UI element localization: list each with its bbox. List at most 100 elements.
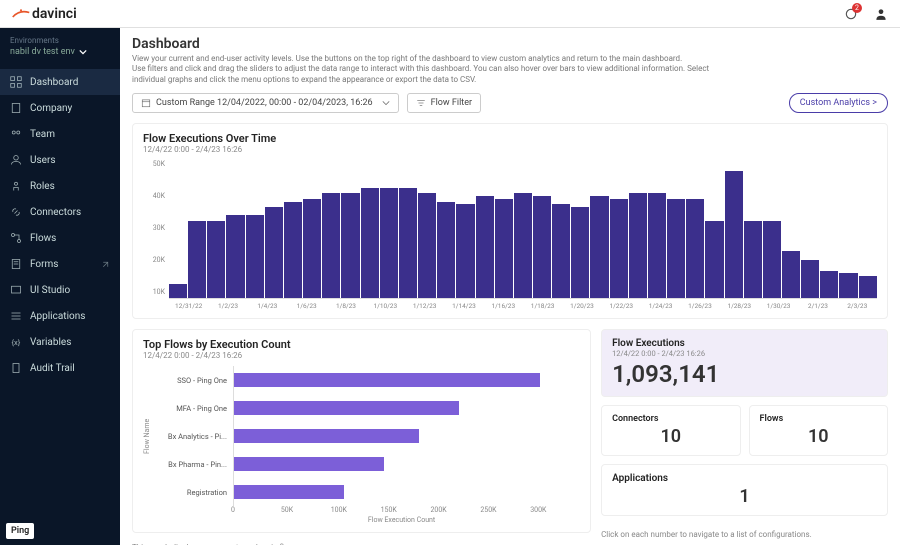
stat-applications[interactable]: Applications 1	[601, 464, 888, 516]
hbar[interactable]	[234, 429, 419, 443]
bar[interactable]	[686, 199, 704, 298]
audit-icon	[10, 362, 22, 374]
bar[interactable]	[226, 215, 244, 298]
page-desc: View your current and end-user activity …	[132, 54, 732, 85]
bar[interactable]	[820, 271, 838, 299]
bar[interactable]	[839, 273, 857, 298]
bar[interactable]	[533, 196, 551, 298]
flow-filter-button[interactable]: Flow Filter	[407, 93, 481, 113]
building-icon	[10, 102, 22, 114]
bar[interactable]	[341, 193, 359, 298]
chart-top-flows: Top Flows by Execution Count 12/4/22 0:0…	[132, 329, 591, 533]
chart1-sub: 12/4/22 0:00 - 2/4/23 16:26	[143, 145, 877, 154]
chart2-x-axis: 050K100K150K200K250K300K	[231, 506, 580, 514]
nav-team[interactable]: Team	[0, 121, 120, 147]
notif-badge: 2	[852, 3, 862, 13]
notifications-button[interactable]: 2	[844, 7, 858, 21]
stats-footer: Click on each number to navigate to a li…	[601, 530, 888, 539]
hbar[interactable]	[234, 373, 540, 387]
bar[interactable]	[514, 193, 532, 298]
chart2-labels: SSO - Ping OneMFA - Ping OneBx Analytics…	[157, 366, 227, 506]
nav-audit[interactable]: Audit Trail	[0, 355, 120, 381]
bar[interactable]	[859, 276, 877, 298]
bar[interactable]	[361, 188, 379, 298]
user-icon	[10, 154, 22, 166]
nav-connectors[interactable]: Connectors	[0, 199, 120, 225]
bar[interactable]	[476, 196, 494, 298]
hbar[interactable]	[234, 485, 344, 499]
chart2-bars[interactable]	[233, 366, 580, 506]
nav-uistudio[interactable]: UI Studio	[0, 277, 120, 303]
forms-icon	[10, 258, 22, 270]
nav-dashboard[interactable]: Dashboard	[0, 69, 120, 95]
dashboard-icon	[10, 76, 22, 88]
bar[interactable]	[744, 221, 762, 298]
nav-variables[interactable]: {x}Variables	[0, 329, 120, 355]
bar[interactable]	[782, 251, 800, 298]
roles-icon	[10, 180, 22, 192]
page-title: Dashboard	[132, 36, 888, 52]
bar[interactable]	[380, 188, 398, 298]
nav: Dashboard Company Team Users Roles Conne…	[0, 63, 120, 545]
nav-company[interactable]: Company	[0, 95, 120, 121]
bar[interactable]	[801, 260, 819, 299]
stat-flow-executions[interactable]: Flow Executions 12/4/22 0:00 - 2/4/23 16…	[601, 329, 888, 397]
bar[interactable]	[705, 221, 723, 298]
chevron-down-icon	[382, 99, 390, 107]
nav-users[interactable]: Users	[0, 147, 120, 173]
bar[interactable]	[188, 221, 206, 298]
stat-flows[interactable]: Flows 10	[749, 405, 888, 456]
bar[interactable]	[610, 199, 628, 298]
env-selector[interactable]: Environments nabil dv test env	[0, 28, 120, 63]
ping-badge: Ping	[6, 523, 34, 539]
bar[interactable]	[207, 221, 225, 298]
bar[interactable]	[648, 193, 666, 298]
topbar: davinci 2	[0, 0, 900, 28]
flows-icon	[10, 232, 22, 244]
bar[interactable]	[418, 193, 436, 298]
bar[interactable]	[667, 199, 685, 298]
stat-connectors[interactable]: Connectors 10	[601, 405, 740, 456]
chart2-title: Top Flows by Execution Count	[143, 338, 580, 351]
bar[interactable]	[629, 193, 647, 298]
bar[interactable]	[322, 193, 340, 298]
bar[interactable]	[265, 207, 283, 298]
bar[interactable]	[246, 215, 264, 298]
bar[interactable]	[725, 171, 743, 298]
bar[interactable]	[437, 202, 455, 299]
bar[interactable]	[571, 207, 589, 298]
bar[interactable]	[169, 284, 187, 298]
external-icon	[101, 260, 110, 269]
nav-roles[interactable]: Roles	[0, 173, 120, 199]
chart1-title: Flow Executions Over Time	[143, 132, 877, 145]
hbar[interactable]	[234, 457, 384, 471]
controls-bar: Custom Range 12/04/2022, 00:00 - 02/04/2…	[132, 93, 888, 113]
filter-icon	[416, 98, 426, 108]
user-icon[interactable]	[874, 7, 888, 21]
bar[interactable]	[399, 188, 417, 298]
bar[interactable]	[495, 199, 513, 298]
chart1-y-axis: 50K40K30K20K10K	[143, 160, 169, 310]
nav-forms[interactable]: Forms	[0, 251, 120, 277]
chart1-bars[interactable]	[169, 160, 877, 299]
nav-applications[interactable]: Applications	[0, 303, 120, 329]
chart2-xlabel: Flow Execution Count	[223, 516, 580, 524]
apps-icon	[10, 310, 22, 322]
bar[interactable]	[552, 204, 570, 298]
date-range-button[interactable]: Custom Range 12/04/2022, 00:00 - 02/04/2…	[132, 93, 399, 113]
env-label: Environments	[10, 36, 110, 45]
brand-logo[interactable]: davinci	[12, 6, 77, 22]
custom-analytics-button[interactable]: Custom Analytics >	[789, 93, 888, 113]
brand-text: davinci	[32, 6, 77, 22]
svg-text:{x}: {x}	[12, 338, 21, 347]
variables-icon: {x}	[10, 336, 22, 348]
sidebar: Environments nabil dv test env Dashboard…	[0, 28, 120, 545]
bar[interactable]	[303, 199, 321, 298]
bar[interactable]	[590, 196, 608, 298]
chart2-sub: 12/4/22 0:00 - 2/4/23 16:26	[143, 351, 580, 360]
nav-flows[interactable]: Flows	[0, 225, 120, 251]
bar[interactable]	[284, 202, 302, 299]
hbar[interactable]	[234, 401, 459, 415]
bar[interactable]	[763, 221, 781, 298]
bar[interactable]	[456, 204, 474, 298]
